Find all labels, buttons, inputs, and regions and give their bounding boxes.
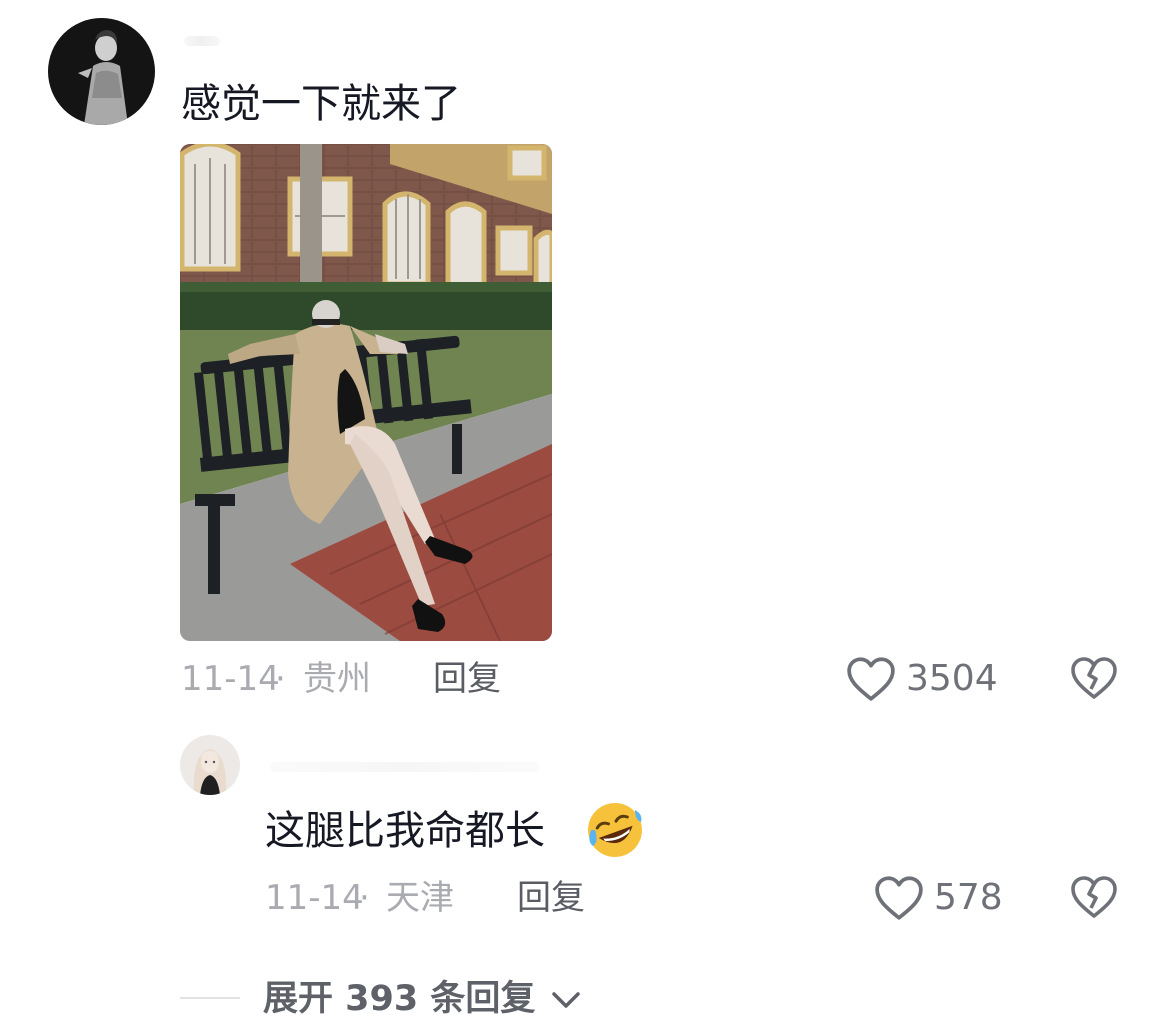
expand-replies-button[interactable]: 展开 393 条回复 xyxy=(263,980,593,1020)
photo-illustration xyxy=(180,144,552,641)
broken-heart-icon xyxy=(1071,876,1117,918)
comment-dislike-button[interactable] xyxy=(1070,656,1120,702)
replier-avatar[interactable] xyxy=(180,735,240,795)
comment-image[interactable] xyxy=(180,144,552,641)
reply-date-separator: · xyxy=(359,878,370,918)
reply-reply-button[interactable]: 回复 xyxy=(517,881,585,915)
comment-text: 感觉一下就来了 xyxy=(181,81,461,127)
commenter-avatar[interactable] xyxy=(48,18,155,125)
comment-location: 贵州 xyxy=(303,659,371,699)
reply-like-count: 578 xyxy=(934,877,1003,918)
comment-reply-button[interactable]: 回复 xyxy=(433,662,501,696)
reply-text: 这腿比我命都长 xyxy=(265,808,545,854)
chevron-down-icon xyxy=(552,992,580,1008)
commenter-username[interactable] xyxy=(184,36,220,46)
comment-like-count: 3504 xyxy=(906,658,998,699)
expand-replies-label: 展开 393 条回复 xyxy=(263,979,536,1019)
comment-date: 11-14 xyxy=(181,659,280,699)
heart-outline-icon xyxy=(875,876,923,920)
reply-dislike-button[interactable] xyxy=(1070,875,1120,921)
replier-username[interactable] xyxy=(270,762,540,772)
heart-outline-icon xyxy=(847,657,895,701)
reply-location: 天津 xyxy=(386,878,454,918)
reply-date: 11-14 xyxy=(265,878,364,918)
comment-like-button[interactable]: 3504 xyxy=(846,654,1006,704)
rofl-emoji xyxy=(585,800,645,860)
broken-heart-icon xyxy=(1071,657,1117,699)
expand-divider xyxy=(180,997,240,999)
reply-like-button[interactable]: 578 xyxy=(874,873,1004,923)
comment-date-separator: · xyxy=(275,659,286,699)
